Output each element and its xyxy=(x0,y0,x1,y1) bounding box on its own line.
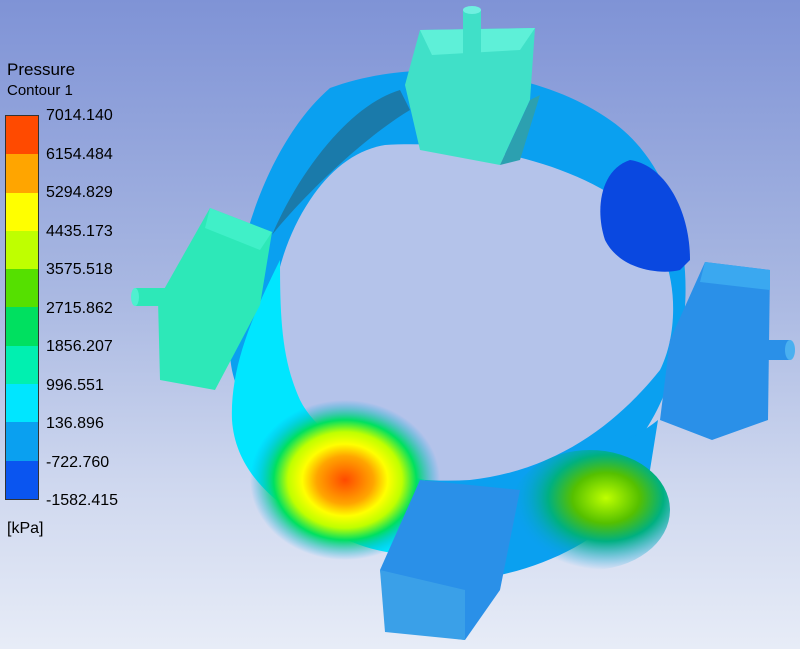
bearing-3d-view[interactable] xyxy=(0,0,800,649)
top-pad xyxy=(405,6,540,165)
medium-pressure-zone xyxy=(510,450,670,570)
